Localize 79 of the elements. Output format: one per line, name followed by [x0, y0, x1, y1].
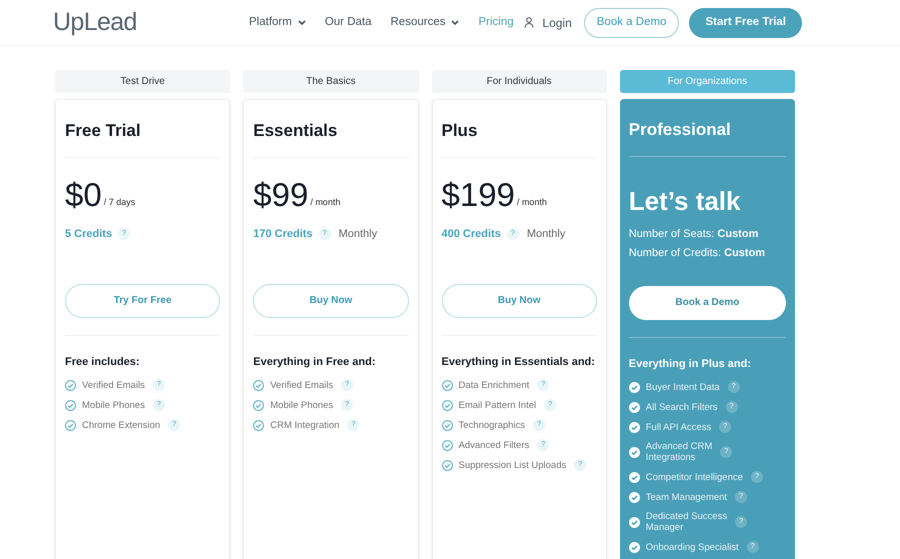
- price: $199: [442, 178, 515, 212]
- check-icon: [65, 380, 76, 390]
- price: $99: [253, 178, 308, 212]
- feature-text: Buyer Intent Data: [646, 382, 720, 392]
- feature-text: Chrome Extension: [82, 420, 160, 430]
- plan-name: Professional: [628, 119, 732, 141]
- feature-text: Mobile Phones: [82, 400, 145, 410]
- feature-text: Data Enrichment: [458, 380, 530, 390]
- user-icon: [524, 17, 534, 28]
- chevron-down-icon: [298, 20, 306, 26]
- tier-label: The Basics: [243, 70, 418, 93]
- billing-frequency: Monthly: [526, 226, 566, 242]
- plan-button[interactable]: Try For Free: [65, 284, 220, 318]
- feature-text: Suppression List Uploads: [458, 460, 566, 470]
- plan-button[interactable]: Buy Now: [253, 284, 408, 318]
- features-heading: Free includes:: [65, 354, 141, 370]
- check-icon: [442, 440, 452, 450]
- nav-link[interactable]: Our Data: [324, 14, 372, 32]
- check-icon: [628, 446, 640, 458]
- check-icon: [253, 400, 264, 410]
- feature-text: Competitor Intelligence: [646, 472, 743, 482]
- check-icon: [442, 420, 452, 430]
- tier-label: For Individuals: [432, 70, 607, 93]
- plan-name: Plus: [442, 120, 478, 142]
- feature-text: Email Pattern Intel: [458, 400, 536, 410]
- check-icon: [628, 402, 640, 412]
- chevron-down-icon: [451, 20, 460, 26]
- plan-info: Number of Credits: Custom: [628, 246, 766, 261]
- plan-info: Number of Seats: Custom: [628, 226, 760, 242]
- check-icon: [628, 492, 640, 502]
- plan-button[interactable]: Book a Demo: [628, 286, 786, 320]
- plan-name: Free Trial: [65, 120, 142, 142]
- check-icon: [628, 382, 640, 392]
- feature-text: Team Management: [646, 492, 728, 502]
- billing-period: / month: [516, 196, 547, 209]
- billing-period: / month: [310, 196, 340, 209]
- nav-link[interactable]: Platform: [249, 14, 306, 32]
- feature-text: Verified Emails: [82, 380, 145, 390]
- credits: 5 Credits: [65, 226, 112, 242]
- feature-text: Mobile Phones: [270, 400, 334, 410]
- feature-text: Advanced Filters: [458, 440, 530, 450]
- check-icon: [442, 460, 452, 470]
- credits: 170 Credits: [253, 226, 313, 242]
- price: $0: [65, 178, 102, 212]
- feature-text: Technographics: [458, 420, 526, 430]
- start-trial-button[interactable]: Start Free Trial: [689, 8, 802, 38]
- credits: 400 Credits: [442, 226, 501, 242]
- features-heading: Everything in Free and:: [253, 354, 376, 370]
- check-icon: [442, 400, 452, 410]
- feature-text: CRM Integration: [270, 420, 340, 430]
- check-icon: [442, 380, 452, 390]
- nav-link[interactable]: Resources: [390, 14, 460, 32]
- feature-text: Verified Emails: [270, 380, 334, 390]
- check-icon: [628, 472, 640, 482]
- billing-period: / 7 days: [104, 196, 136, 209]
- plan-button[interactable]: Buy Now: [442, 284, 597, 318]
- feature-text: Full API Access: [646, 422, 712, 432]
- feature-text: Advanced CRM Integrations: [646, 441, 712, 463]
- nav-link[interactable]: Pricing: [478, 14, 514, 32]
- feature-text: Onboarding Specialist: [646, 542, 739, 552]
- feature-text: Dedicated Success Manager: [646, 511, 728, 533]
- check-icon: [253, 420, 264, 430]
- check-icon: [628, 542, 640, 552]
- login-link[interactable]: Login: [524, 14, 572, 32]
- check-icon: [65, 420, 76, 430]
- feature-text: All Search Filters: [646, 402, 718, 412]
- features-heading: Everything in Essentials and:: [442, 354, 596, 370]
- book-demo-button[interactable]: Book a Demo: [584, 8, 680, 38]
- plan-name: Essentials: [253, 120, 338, 142]
- check-icon: [628, 422, 640, 432]
- tier-label: Test Drive: [55, 70, 230, 93]
- logo[interactable]: UpLead: [53, 4, 233, 42]
- headline: Let’s talk: [628, 184, 742, 218]
- features-heading: Everything in Plus and:: [628, 356, 752, 372]
- check-icon: [253, 380, 264, 390]
- check-icon: [65, 400, 76, 410]
- tier-label: For Organizations: [620, 70, 795, 93]
- check-icon: [628, 516, 640, 528]
- billing-frequency: Monthly: [338, 226, 378, 242]
